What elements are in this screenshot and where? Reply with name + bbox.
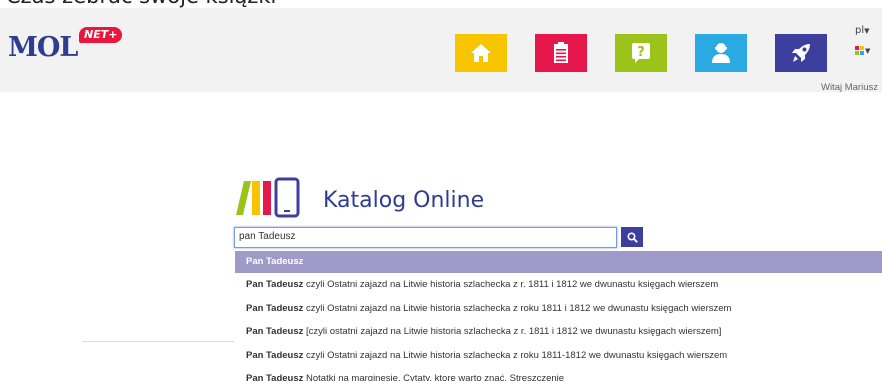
books-tablet-icon	[236, 177, 300, 218]
autocomplete-item[interactable]: Pan Tadeusz Notatki na marginesie. Cytat…	[235, 367, 882, 381]
language-dropdown[interactable]: pl▼	[855, 25, 870, 36]
svg-text:?: ?	[637, 45, 645, 60]
catalog-header: Katalog Online	[236, 175, 556, 219]
welcome-user-text: Witaj Mariusz	[820, 82, 878, 93]
home-icon	[471, 44, 491, 62]
autocomplete-item[interactable]: Pan Tadeusz czyli Ostatni zajazd na Litw…	[235, 296, 882, 320]
language-label: pl	[855, 25, 865, 36]
catalog-title: Katalog Online	[323, 188, 485, 213]
chevron-down-icon: ▼	[865, 46, 871, 55]
nav-rocket-button[interactable]	[775, 34, 827, 72]
nav-user-button[interactable]	[695, 34, 747, 72]
nav-help-button[interactable]: ?	[615, 34, 667, 72]
autocomplete-item[interactable]: Pan Tadeusz [czyli ostatni zajazd na Lit…	[235, 320, 882, 344]
question-bubble-icon: ?	[632, 43, 650, 63]
chevron-down-icon: ▼	[864, 27, 870, 35]
logo-text: MOL	[8, 32, 78, 63]
palette-icon	[855, 46, 864, 55]
user-icon	[712, 43, 730, 63]
top-navigation-bar: MOL NET+ ? pl▼ ▼	[0, 8, 882, 92]
search-input[interactable]: pan Tadeusz	[234, 227, 617, 248]
nav-list-button[interactable]	[535, 34, 587, 72]
nav-home-button[interactable]	[455, 34, 507, 72]
rocket-icon	[792, 44, 810, 62]
theme-color-dropdown[interactable]: ▼	[855, 46, 870, 55]
autocomplete-item[interactable]: Pan Tadeusz	[235, 251, 882, 273]
cropped-page-heading: Czas zebrać swoje książki	[6, 0, 276, 8]
divider	[82, 341, 234, 342]
search-icon	[626, 231, 638, 243]
autocomplete-list: Pan Tadeusz Pan Tadeusz czyli Ostatni za…	[235, 251, 882, 381]
logo-badge: NET+	[79, 27, 123, 43]
autocomplete-item[interactable]: Pan Tadeusz czyli Ostatni zajazd na Litw…	[235, 343, 882, 367]
autocomplete-item[interactable]: Pan Tadeusz czyli Ostatni zajazd na Litw…	[235, 273, 882, 297]
search-button[interactable]	[621, 227, 643, 247]
document-list-icon	[554, 42, 568, 63]
